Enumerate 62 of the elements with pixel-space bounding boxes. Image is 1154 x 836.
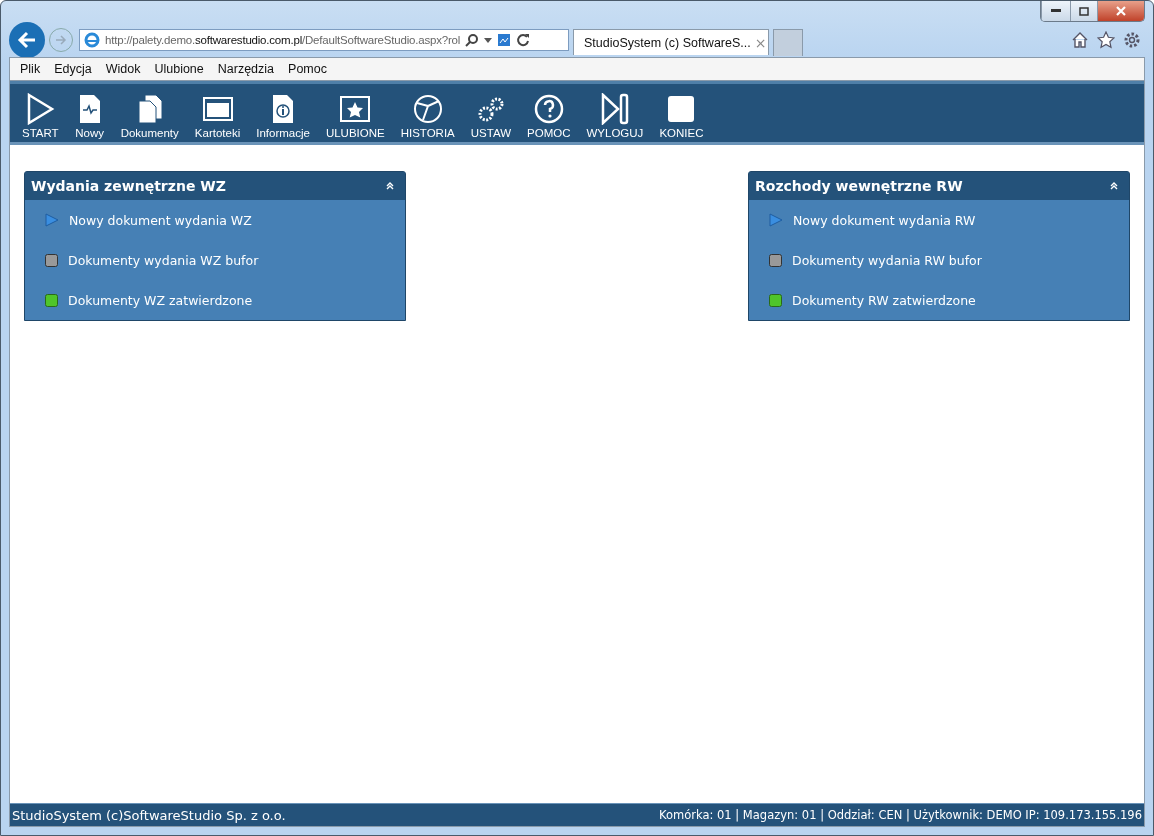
search-icon[interactable]: [465, 33, 480, 47]
history-icon: [412, 93, 443, 125]
dropdown-icon[interactable]: [484, 37, 493, 43]
panel-title: Rozchody wewnętrzne RW: [755, 178, 963, 194]
menu-item[interactable]: Plik: [14, 62, 49, 76]
panel-link[interactable]: Dokumenty wydania RW bufor: [792, 252, 982, 268]
double-chevron-up-icon: [386, 182, 394, 190]
minimize-button[interactable]: [1041, 1, 1070, 21]
browser-logo-icon: [84, 32, 100, 48]
logout-icon: [599, 93, 630, 125]
toolbar-button[interactable]: START: [14, 93, 67, 139]
toolbar-button[interactable]: ULUBIONE: [317, 93, 393, 139]
panel-link[interactable]: Nowy dokument wydania RW: [793, 212, 976, 228]
address-field[interactable]: http://palety.demo.softwarestudio.com.pl/DefaultSoftwareStudio.aspx?rol: [79, 29, 569, 51]
square-icon: [45, 253, 58, 267]
home-icon[interactable]: [1071, 31, 1089, 49]
close-icon: [1116, 6, 1126, 16]
square-icon: [769, 293, 782, 307]
panel-link[interactable]: Dokumenty wydania WZ bufor: [68, 252, 259, 268]
close-button[interactable]: [1097, 1, 1144, 21]
menu-item[interactable]: Edycja: [48, 62, 100, 76]
toolbar-button[interactable]: POMOC: [519, 93, 579, 139]
help-icon: [533, 93, 564, 125]
toolbar-button[interactable]: WYLOGUJ: [578, 93, 652, 139]
browser-tab[interactable]: StudioSystem (c) SoftwareS... ×: [573, 29, 769, 55]
back-button[interactable]: [9, 22, 45, 58]
session-info: Komórka: 01 | Magazyn: 01 | Oddział: CEN | Użytkownik: DEMO IP: 109.173.155.196: [659, 808, 1142, 822]
square-icon: [45, 293, 58, 307]
star-icon[interactable]: [1097, 31, 1115, 49]
toolbar-button[interactable]: Informacje: [248, 93, 318, 139]
panel-link[interactable]: Dokumenty WZ zatwierdzone: [68, 292, 253, 308]
menu-item[interactable]: Pomoc: [282, 62, 335, 76]
back-arrow-icon: [17, 31, 37, 49]
menu-item[interactable]: Narzędzia: [211, 62, 283, 76]
tab-title: StudioSystem (c) SoftwareS...: [584, 35, 751, 50]
toolbar-button[interactable]: Nowy: [66, 93, 113, 139]
restore-icon: [1079, 6, 1089, 16]
square-icon: [769, 253, 782, 267]
toolbar-button[interactable]: USTAW: [462, 93, 520, 139]
toolbar-button[interactable]: Dokumenty: [112, 93, 187, 139]
panel-title: Wydania zewnętrzne WZ: [31, 178, 226, 194]
star-window-icon: [340, 93, 371, 125]
maximize-button[interactable]: [1070, 1, 1097, 21]
copyright-text: StudioSystem (c)SoftwareStudio Sp. z o.o.: [12, 807, 286, 823]
panel-link[interactable]: Nowy dokument wydania WZ: [69, 212, 252, 228]
stop-icon: [666, 93, 697, 125]
arrow-icon: [769, 213, 783, 227]
refresh-icon[interactable]: [516, 33, 531, 47]
toolbar-button[interactable]: Kartoteki: [186, 93, 249, 139]
minimize-icon: [1051, 9, 1061, 13]
toolbar-button[interactable]: KONIEC: [651, 93, 712, 139]
forward-arrow-icon: [55, 34, 67, 46]
panel-link[interactable]: Dokumenty RW zatwierdzone: [792, 292, 976, 308]
tab-close-button[interactable]: ×: [754, 34, 767, 51]
menu-item[interactable]: Widok: [99, 62, 149, 76]
url-text: http://palety.demo.softwarestudio.com.pl/DefaultSoftwareStudio.aspx?rol: [105, 34, 461, 46]
play-icon: [25, 93, 56, 125]
menu-item[interactable]: Ulubione: [148, 62, 212, 76]
arrow-icon: [45, 213, 59, 227]
toolbar-button[interactable]: HISTORIA: [392, 93, 463, 139]
settings-icon[interactable]: [1123, 31, 1141, 49]
double-chevron-up-icon: [1110, 182, 1118, 190]
